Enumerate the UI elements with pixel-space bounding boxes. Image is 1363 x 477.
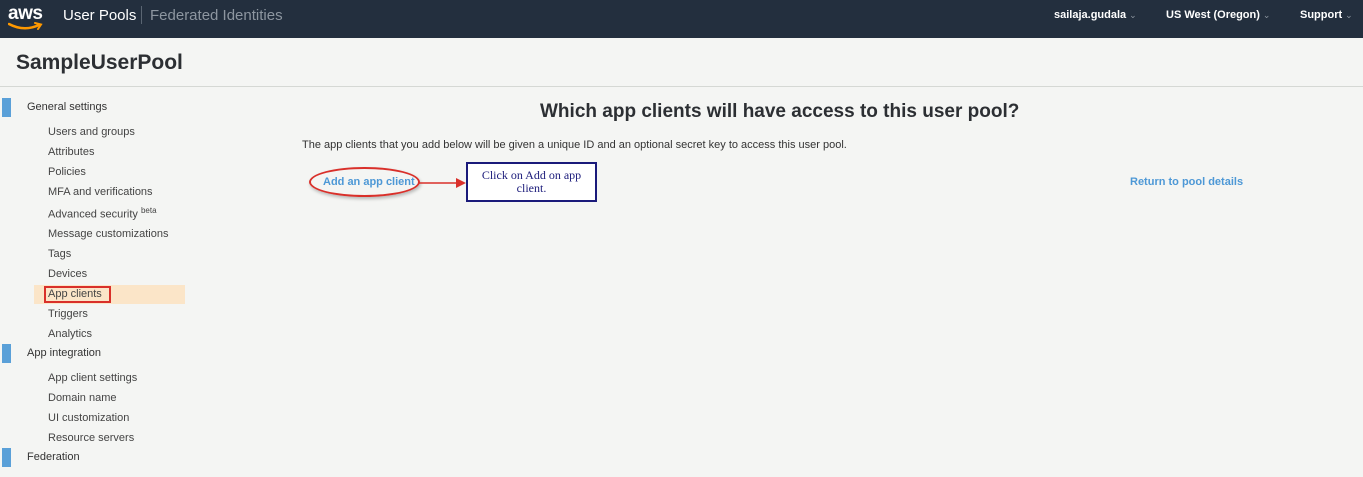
nav-divider	[141, 6, 142, 24]
sidebar-item-tags[interactable]: Tags	[48, 248, 71, 260]
beta-badge: beta	[140, 206, 157, 215]
add-app-client-link[interactable]: Add an app client	[323, 176, 415, 188]
user-menu[interactable]: sailaja.gudala ⌄	[1054, 9, 1137, 21]
sidebar-section-label: Federation	[27, 451, 80, 463]
sidebar-section-app-integration[interactable]: App integration	[0, 344, 190, 364]
top-nav-bar: aws User Pools Federated Identities sail…	[0, 0, 1363, 38]
annotation-callout-text: Click on Add on app client.	[481, 168, 582, 195]
chevron-down-icon: ⌄	[1345, 10, 1353, 20]
user-menu-label: sailaja.gudala	[1054, 9, 1127, 21]
sidebar-item-ui-customization[interactable]: UI customization	[48, 412, 129, 424]
sidebar-item-label: Advanced security	[48, 208, 138, 221]
support-menu-label: Support	[1300, 9, 1343, 21]
sidebar-item-triggers[interactable]: Triggers	[48, 308, 88, 320]
sidebar-item-message-customizations[interactable]: Message customizations	[48, 228, 168, 240]
sidebar-section-label: App integration	[27, 347, 101, 359]
sidebar-item-advanced-security[interactable]: Advanced security beta	[48, 206, 157, 221]
sidebar-item-attributes[interactable]: Attributes	[48, 146, 94, 158]
page-title: SampleUserPool	[16, 51, 183, 74]
chevron-down-icon: ⌄	[1129, 10, 1137, 20]
aws-smile-icon	[8, 22, 43, 30]
support-menu[interactable]: Support ⌄	[1300, 9, 1353, 21]
section-accent-bar	[2, 448, 11, 467]
sidebar-item-app-clients[interactable]: App clients	[48, 288, 102, 300]
sidebar-item-app-client-settings[interactable]: App client settings	[48, 372, 137, 384]
section-accent-bar	[2, 344, 11, 363]
main-description: The app clients that you add below will …	[302, 139, 847, 151]
nav-federated-identities[interactable]: Federated Identities	[150, 7, 283, 24]
sidebar-item-mfa-and-verifications[interactable]: MFA and verifications	[48, 186, 153, 198]
section-accent-bar	[2, 98, 11, 117]
sidebar-section-general-settings[interactable]: General settings	[0, 98, 190, 118]
sidebar-item-resource-servers[interactable]: Resource servers	[48, 432, 134, 444]
sidebar-item-devices[interactable]: Devices	[48, 268, 87, 280]
sidebar-nav: General settings Users and groups Attrib…	[0, 87, 190, 477]
chevron-down-icon: ⌄	[1262, 10, 1271, 20]
sidebar-item-policies[interactable]: Policies	[48, 166, 86, 178]
sidebar-item-users-and-groups[interactable]: Users and groups	[48, 126, 135, 138]
title-divider	[0, 86, 1363, 87]
annotation-callout: Click on Add on app client.	[466, 162, 597, 202]
sidebar-section-label: General settings	[27, 101, 108, 113]
annotation-arrow-icon	[418, 178, 466, 188]
return-to-pool-details-link[interactable]: Return to pool details	[1130, 176, 1243, 188]
aws-logo[interactable]: aws	[8, 3, 50, 33]
region-menu[interactable]: US West (Oregon) ⌄	[1166, 9, 1270, 21]
nav-user-pools[interactable]: User Pools	[63, 7, 136, 24]
main-heading: Which app clients will have access to th…	[540, 101, 1020, 122]
region-menu-label: US West (Oregon)	[1166, 9, 1260, 21]
sidebar-item-analytics[interactable]: Analytics	[48, 328, 92, 340]
sidebar-section-federation[interactable]: Federation	[0, 448, 190, 468]
sidebar-item-domain-name[interactable]: Domain name	[48, 392, 116, 404]
